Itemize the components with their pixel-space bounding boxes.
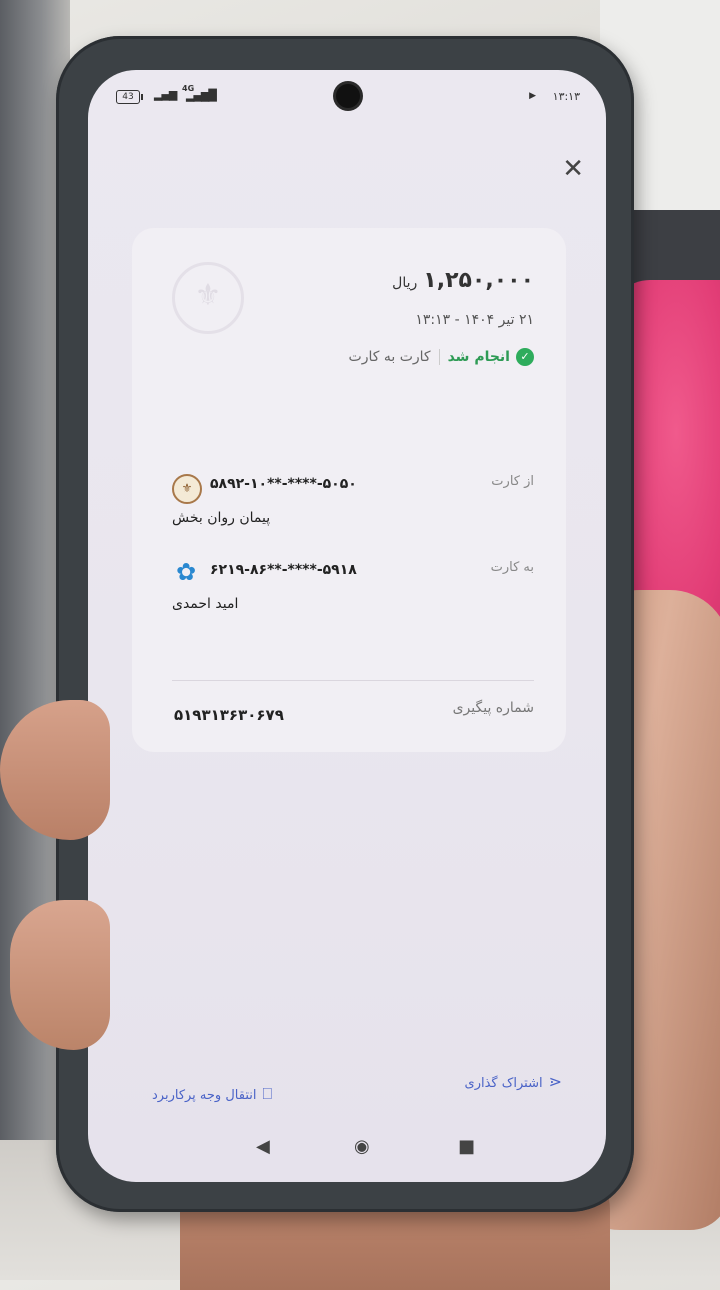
dest-bank-icon: ✿ <box>175 558 197 586</box>
save-transfer-button[interactable]: ⎕ انتقال وجه پرکاربرد <box>152 1084 272 1104</box>
from-card-number: ۵۸۹۲-۱۰**-****-۵۰۵۰ <box>210 476 357 492</box>
to-card-owner: امید احمدی <box>172 596 239 612</box>
receipt-card: ⚜ ۱,۲۵۰,۰۰۰ ریال ۲۱ تیر ۱۴۰۴ - ۱۳:۱۳ ✓ انج… <box>132 228 566 752</box>
save-transfer-label: انتقال وجه پرکاربرد <box>152 1088 257 1103</box>
currency: ریال <box>392 275 418 291</box>
divider <box>172 680 534 681</box>
source-bank-icon: ⚜ <box>172 474 202 504</box>
transaction-date: ۲۱ تیر ۱۴۰۴ - ۱۳:۱۳ <box>415 312 534 328</box>
nav-back-icon[interactable]: ◀ <box>256 1136 270 1157</box>
hand-finger <box>10 900 110 1050</box>
bank-logo-icon: ⚜ <box>172 262 244 334</box>
share-icon: ⋖ <box>548 1072 562 1091</box>
tracking-number: ۵۱۹۳۱۳۶۳۰۶۷۹ <box>174 706 284 724</box>
transfer-type: کارت به کارت <box>348 349 431 365</box>
nav-recents-icon[interactable]: ■ <box>458 1136 475 1157</box>
to-card-number: ۶۲۱۹-۸۶**-****-۵۹۱۸ <box>210 562 357 578</box>
transaction-status: ✓ انجام شد کارت به کارت <box>349 348 534 366</box>
close-icon[interactable]: ✕ <box>562 156 584 182</box>
front-camera <box>336 84 360 108</box>
to-card-label: به کارت <box>490 560 534 575</box>
tracking-label: شماره پیگیری <box>452 700 534 716</box>
amount-value: ۱,۲۵۰,۰۰۰ <box>423 268 534 293</box>
phone-screen: 43 ▂▄▆ 4G ▂▄▆█ ▶ ۱۳:۱۳ ✕ ⚜ ۱,۲۵۰,۰۰۰ریال… <box>88 70 606 1182</box>
battery-indicator: 43 <box>116 90 143 104</box>
signal-icon: ▂▄▆ <box>154 88 177 101</box>
status-time: ۱۳:۱۳ <box>552 90 580 103</box>
status-label: انجام شد <box>447 349 510 365</box>
share-label: اشتراک گذاری <box>464 1076 543 1091</box>
play-icon: ▶ <box>529 91 536 101</box>
from-card-owner: پیمان روان بخش <box>172 510 271 526</box>
bookmark-icon: ⎕ <box>262 1084 273 1103</box>
amount: ۱,۲۵۰,۰۰۰ ریال <box>392 268 534 293</box>
signal-icon-2: ▂▄▆█ <box>186 89 217 102</box>
nav-home-icon[interactable]: ◉ <box>354 1136 370 1157</box>
share-button[interactable]: ⋖ اشتراک گذاری <box>465 1072 562 1091</box>
check-circle-icon: ✓ <box>516 348 534 366</box>
from-card-label: از کارت <box>491 474 534 489</box>
divider <box>438 349 440 365</box>
